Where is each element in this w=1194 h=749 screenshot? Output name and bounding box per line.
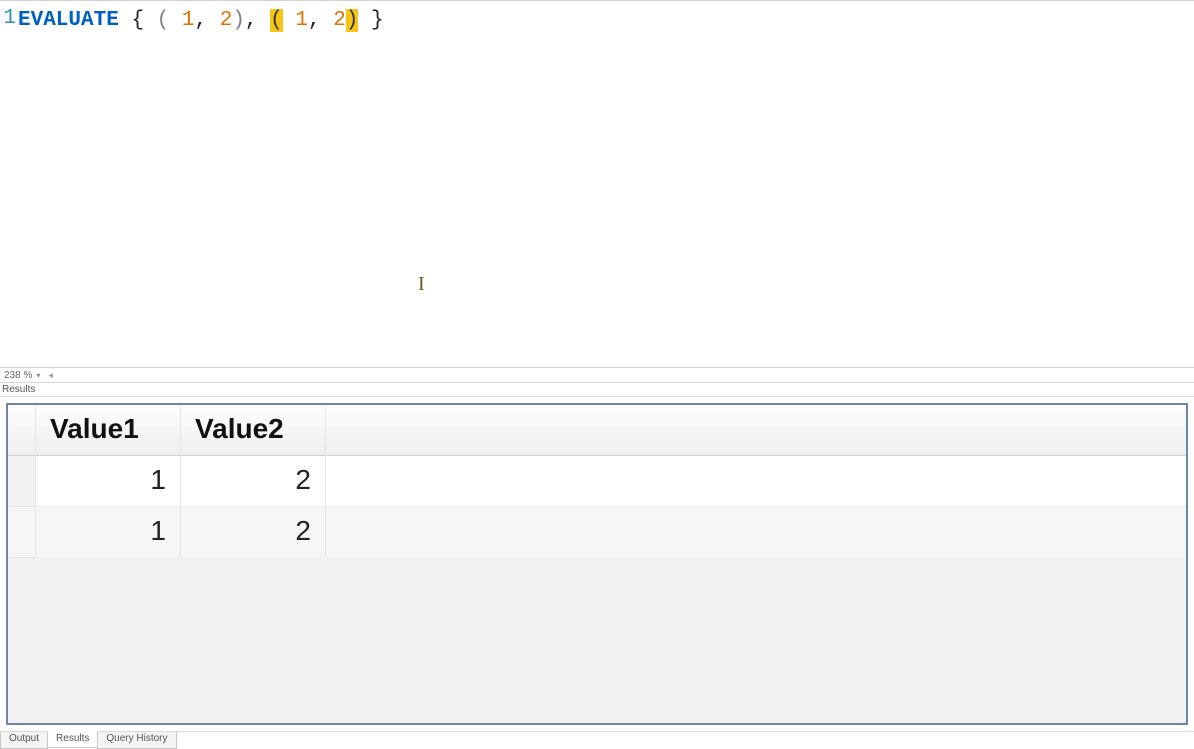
- line-number-gutter: 1: [0, 1, 18, 367]
- grid-body: 1 2 1 2: [8, 456, 1186, 558]
- column-header-value2[interactable]: Value2: [181, 405, 326, 456]
- table-row[interactable]: 1 2: [8, 507, 1186, 558]
- token-open-paren-1: (: [157, 9, 170, 32]
- cell-value1[interactable]: 1: [36, 507, 181, 558]
- tab-output[interactable]: Output: [0, 732, 48, 749]
- results-panel-header: Results: [0, 383, 1194, 397]
- line-number-1: 1: [0, 7, 16, 30]
- column-header-value1[interactable]: Value1: [36, 405, 181, 456]
- zoom-level[interactable]: 238 %: [4, 370, 32, 381]
- results-grid[interactable]: Value1 Value2 1 2 1 2: [8, 405, 1186, 558]
- table-row[interactable]: 1 2: [8, 456, 1186, 507]
- bottom-tab-strip: Output Results Query History: [0, 731, 1194, 749]
- token-open-brace: {: [131, 9, 144, 32]
- grid-header-row: Value1 Value2: [8, 405, 1186, 456]
- grid-empty-area: [8, 558, 1186, 723]
- token-open-paren-2-highlighted: (: [270, 9, 283, 32]
- cell-value2[interactable]: 2: [181, 456, 326, 507]
- results-panel-label: Results: [2, 384, 35, 395]
- cell-fill: [326, 456, 1186, 507]
- token-comma: ,: [308, 9, 321, 32]
- horizontal-scroll-left-icon[interactable]: ◂: [48, 370, 53, 381]
- token-number: 2: [220, 9, 233, 32]
- text-cursor-icon: I: [418, 271, 423, 297]
- tab-query-history[interactable]: Query History: [97, 732, 176, 749]
- results-pane: Value1 Value2 1 2 1 2: [0, 397, 1194, 731]
- zoom-dropdown-icon[interactable]: ▾: [36, 371, 40, 380]
- token-number: 1: [295, 9, 308, 32]
- code-text-area[interactable]: EVALUATE { ( 1, 2), ( 1, 2) } I: [18, 1, 1194, 367]
- row-indicator[interactable]: [8, 456, 36, 507]
- cell-value1[interactable]: 1: [36, 456, 181, 507]
- results-grid-container: Value1 Value2 1 2 1 2: [6, 403, 1188, 725]
- token-number: 2: [333, 9, 346, 32]
- token-comma: ,: [194, 9, 207, 32]
- token-close-paren-1: ): [232, 9, 245, 32]
- grid-corner: [8, 405, 36, 456]
- token-number: 1: [182, 9, 195, 32]
- cell-value2[interactable]: 2: [181, 507, 326, 558]
- column-header-fill: [326, 405, 1186, 456]
- code-editor[interactable]: 1 EVALUATE { ( 1, 2), ( 1, 2) } I: [0, 0, 1194, 368]
- app-root: 1 EVALUATE { ( 1, 2), ( 1, 2) } I 238 % …: [0, 0, 1194, 749]
- token-evaluate: EVALUATE: [18, 9, 119, 32]
- cell-fill: [326, 507, 1186, 558]
- token-comma: ,: [245, 9, 258, 32]
- row-indicator[interactable]: [8, 507, 36, 558]
- zoom-bar: 238 % ▾ ◂: [0, 368, 1194, 383]
- tab-results[interactable]: Results: [47, 731, 98, 748]
- token-close-paren-2-highlighted: ): [346, 9, 359, 32]
- token-close-brace: }: [371, 9, 384, 32]
